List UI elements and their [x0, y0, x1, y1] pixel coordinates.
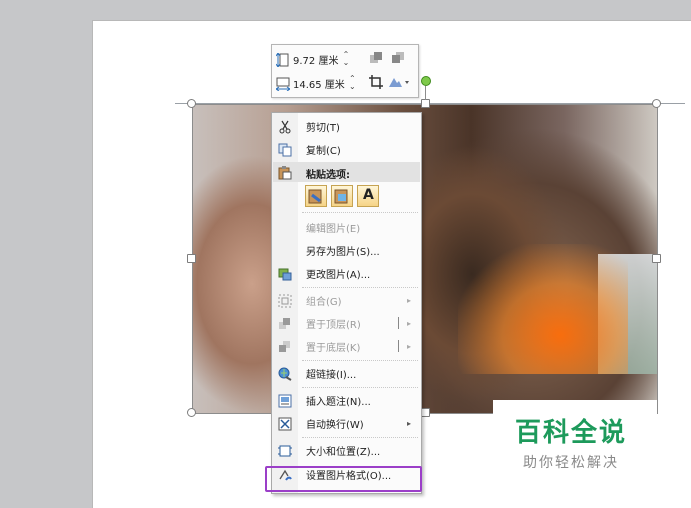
menu-separator	[302, 437, 418, 439]
resize-handle-top-middle[interactable]	[421, 99, 430, 108]
menu-item-label: 置于底层(K)	[306, 342, 361, 354]
scissors-icon	[278, 119, 292, 134]
resize-handle-middle-right[interactable]	[652, 254, 661, 263]
resize-handle-bottom-left[interactable]	[187, 408, 196, 417]
group-icon	[278, 293, 292, 308]
send-backward-icon[interactable]	[390, 50, 406, 66]
resize-handle-bottom-middle[interactable]	[421, 408, 430, 417]
watermark-title: 百科全说	[515, 418, 628, 448]
bring-front-icon	[278, 316, 292, 330]
paste-picture-button[interactable]	[331, 185, 353, 207]
paste-picture-icon	[334, 189, 348, 204]
menu-item-copy[interactable]: 复制(C)	[272, 139, 421, 159]
menu-item-edit-picture[interactable]: 编辑图片(E)	[272, 217, 421, 237]
menu-item-label: 组合(G)	[306, 296, 342, 308]
width-row: 14.65 厘米 ⌃ ⌄	[275, 73, 356, 93]
paste-options-label: 粘贴选项:	[306, 170, 350, 181]
submenu-arrow-icon: ▸	[406, 295, 411, 305]
menu-item-label: 插入题注(N)...	[306, 396, 371, 408]
menu-item-wrap-text[interactable]: 自动换行(W) ▸	[272, 413, 421, 433]
caption-icon	[278, 393, 292, 408]
height-icon	[275, 52, 290, 68]
rotate-handle-stem	[425, 86, 426, 100]
menu-item-size-position[interactable]: 大小和位置(Z)...	[272, 440, 421, 460]
menu-item-send-to-back[interactable]: 置于底层(K) ▸	[272, 336, 421, 356]
width-icon	[275, 76, 291, 92]
bring-forward-icon[interactable]	[368, 50, 384, 66]
menu-separator	[302, 387, 418, 389]
wrap-text-icon	[278, 416, 292, 431]
paste-text-icon: A	[363, 187, 374, 203]
menu-item-save-as-picture[interactable]: 另存为图片(S)...	[272, 240, 421, 260]
menu-item-label: 复制(C)	[306, 145, 341, 157]
rotate-handle[interactable]	[421, 76, 431, 86]
paste-icon	[278, 165, 292, 184]
menu-item-change-picture[interactable]: 更改图片(A)...	[272, 263, 421, 283]
selection-frame	[192, 104, 658, 414]
submenu-arrow-icon: ▸	[406, 418, 411, 428]
resize-handle-middle-left[interactable]	[187, 254, 196, 263]
width-input[interactable]: 14.65 厘米	[293, 76, 345, 91]
menu-item-label: 置于顶层(R)	[306, 319, 361, 331]
menu-separator	[302, 360, 418, 362]
paste-keep-format-icon	[308, 189, 322, 204]
height-input[interactable]: 9.72 厘米	[293, 52, 338, 67]
menu-item-label: 自动换行(W)	[306, 419, 364, 431]
menu-item-group[interactable]: 组合(G) ▸	[272, 290, 421, 310]
height-spinner[interactable]: ⌃ ⌄	[342, 51, 350, 67]
paste-keep-format-button[interactable]	[305, 185, 327, 207]
menu-item-bring-to-front[interactable]: 置于顶层(R) ▸	[272, 313, 421, 333]
hyperlink-icon	[278, 366, 292, 381]
resize-handle-top-left[interactable]	[187, 99, 196, 108]
menu-item-label: 另存为图片(S)...	[306, 246, 380, 258]
menu-item-label: 剪切(T)	[306, 122, 340, 134]
send-back-icon	[278, 339, 292, 353]
submenu-arrow-icon: ▸	[406, 341, 411, 351]
menu-separator	[302, 287, 418, 289]
height-row: 9.72 厘米 ⌃ ⌄	[275, 49, 350, 69]
menu-item-hyperlink[interactable]: 超链接(I)...	[272, 363, 421, 383]
width-spinner[interactable]: ⌃ ⌄	[349, 75, 356, 91]
submenu-arrow-icon: ▸	[406, 318, 411, 328]
change-picture-icon	[278, 266, 292, 281]
picture-mini-toolbar: 9.72 厘米 ⌃ ⌄ 14.65 厘米 ⌃ ⌄	[271, 44, 419, 98]
menu-item-insert-caption[interactable]: 插入题注(N)...	[272, 390, 421, 410]
menu-separator	[302, 212, 418, 214]
menu-item-label: 更改图片(A)...	[306, 269, 371, 281]
menu-item-label: 超链接(I)...	[306, 369, 357, 381]
context-menu: 剪切(T) 复制(C) 粘贴选项: A 编辑图片(E) 另存为图片(S)... …	[271, 112, 422, 494]
menu-item-cut[interactable]: 剪切(T)	[272, 116, 421, 136]
resize-handle-top-right[interactable]	[652, 99, 661, 108]
size-position-icon	[278, 443, 292, 457]
copy-icon	[278, 142, 292, 157]
menu-item-label: 大小和位置(Z)...	[306, 446, 381, 458]
highlight-annotation-box	[265, 466, 422, 492]
paste-options-header: 粘贴选项:	[273, 162, 420, 182]
picture-style-icon[interactable]	[388, 74, 409, 90]
split-divider	[398, 340, 399, 352]
watermark-badge: 百科全说 助你轻松解决	[493, 400, 657, 480]
paste-text-only-button[interactable]: A	[357, 185, 379, 207]
menu-item-label: 编辑图片(E)	[306, 223, 361, 235]
crop-icon[interactable]	[368, 74, 384, 90]
split-divider	[398, 317, 399, 329]
watermark-subtitle: 助你轻松解决	[523, 455, 619, 471]
